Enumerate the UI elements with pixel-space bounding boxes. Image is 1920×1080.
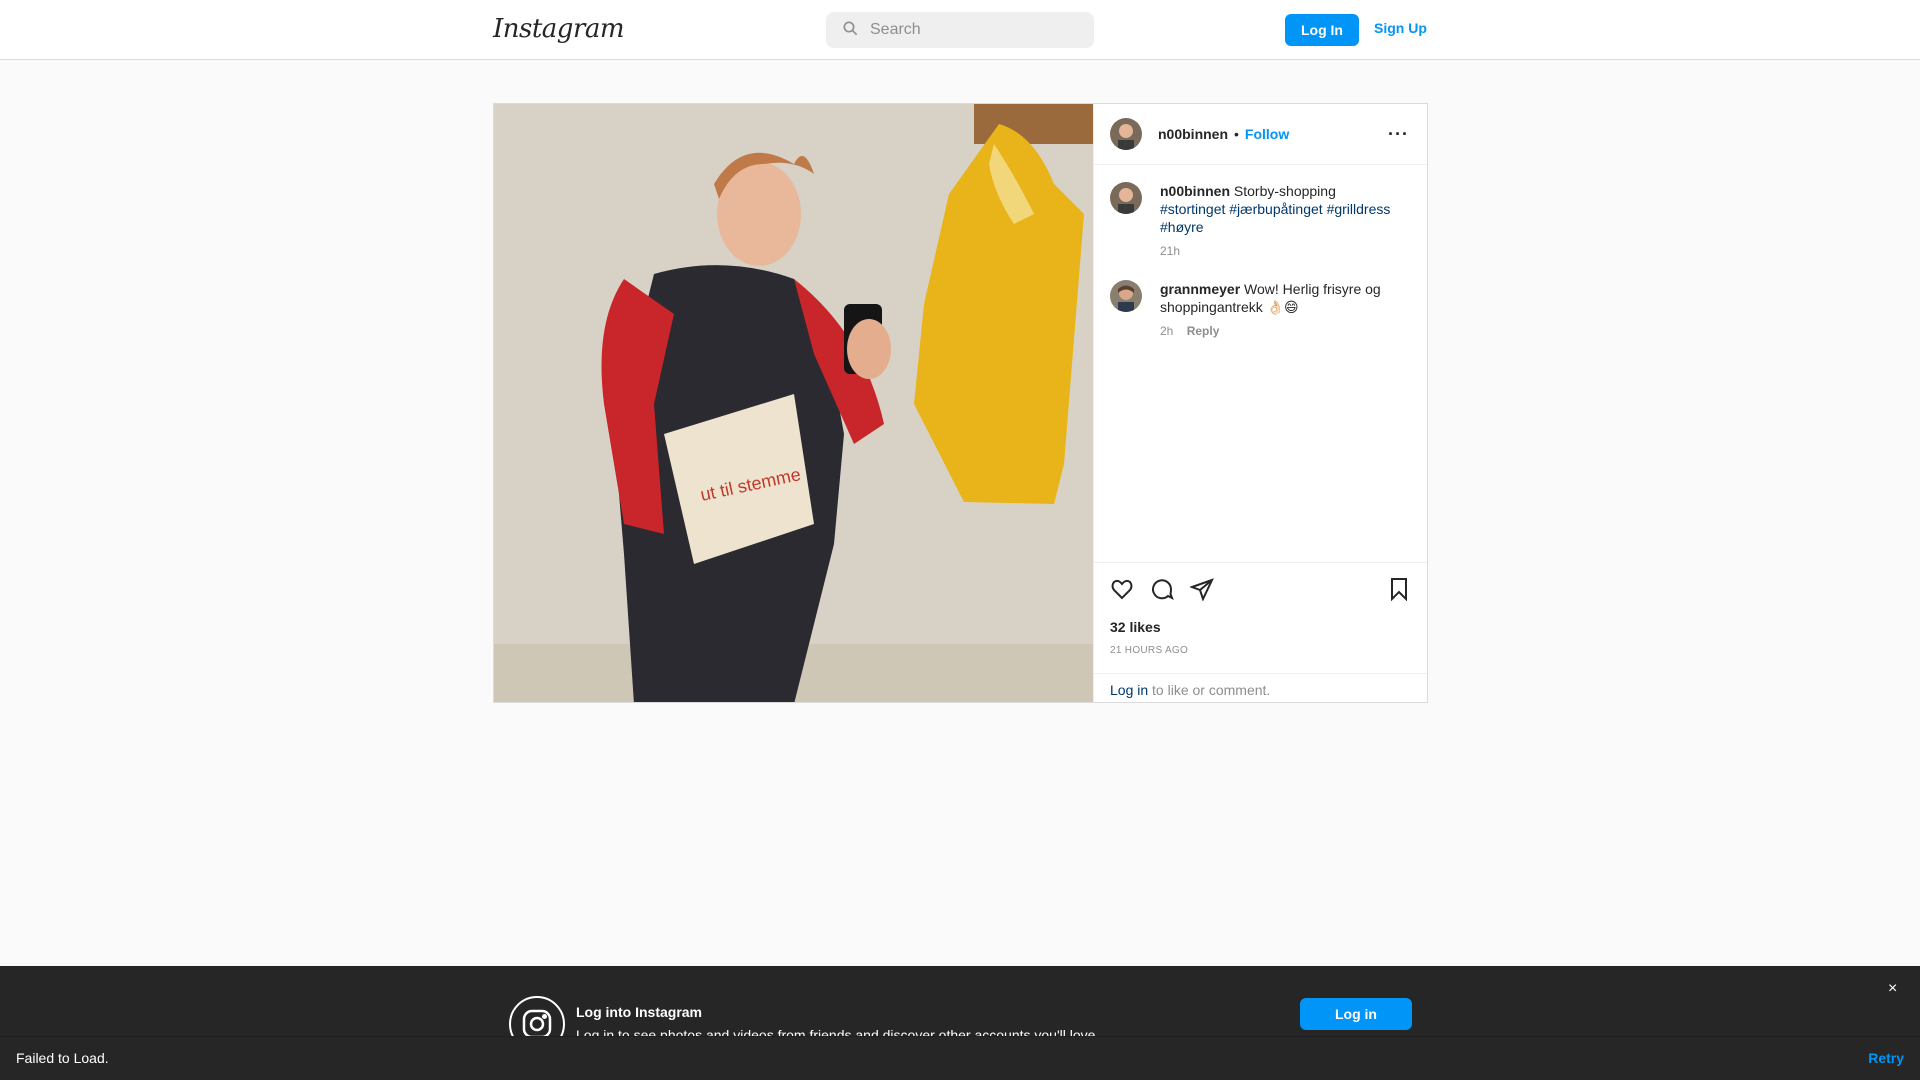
search-box[interactable] (826, 12, 1094, 48)
login-button[interactable]: Log In (1285, 14, 1359, 46)
error-toast: Failed to Load. Retry (0, 1036, 1920, 1080)
post-header: n00binnen • Follow ··· (1094, 104, 1427, 165)
avatar[interactable] (1110, 118, 1142, 150)
caption-text: Storby-shopping (1233, 183, 1336, 199)
banner-login-button[interactable]: Log in (1300, 998, 1412, 1030)
avatar[interactable] (1110, 280, 1142, 312)
separator-dot: • (1234, 126, 1239, 142)
hashtag-link[interactable]: #jærbupåtinget (1229, 201, 1322, 217)
post-actions: 32 likes 21 HOURS AGO Log in to like or … (1094, 562, 1427, 702)
close-icon[interactable]: × (1888, 980, 1897, 998)
post-sidebar: n00binnen • Follow ··· n00binnen Storby-… (1093, 104, 1427, 702)
heart-icon[interactable] (1110, 577, 1134, 606)
post-time[interactable]: 21 HOURS AGO (1110, 645, 1188, 656)
post-username[interactable]: n00binnen (1158, 126, 1228, 142)
post-card: ut til stemme n00binnen • Follow ··· n00… (493, 103, 1428, 703)
search-icon (842, 20, 858, 41)
comment-icon[interactable] (1150, 577, 1174, 606)
hashtag-link[interactable]: #grilldress (1327, 201, 1391, 217)
more-options-icon[interactable]: ··· (1388, 124, 1409, 145)
avatar[interactable] (1110, 182, 1142, 214)
top-nav: Instagram Log In Sign Up (0, 0, 1920, 60)
selfie-image: ut til stemme (494, 104, 1093, 702)
comment-time[interactable]: 2h (1160, 324, 1173, 338)
search-input[interactable] (870, 21, 1070, 39)
caption-time[interactable]: 21h (1160, 244, 1180, 258)
caption: n00binnen Storby-shopping #stortinget #j… (1110, 182, 1411, 260)
hashtag-link[interactable]: #stortinget (1160, 201, 1225, 217)
reply-button[interactable]: Reply (1187, 324, 1220, 338)
login-prompt: Log in to like or comment. (1094, 673, 1427, 703)
toast-message: Failed to Load. (16, 1050, 109, 1066)
instagram-logo[interactable]: Instagram (493, 14, 625, 44)
share-icon[interactable] (1189, 577, 1214, 606)
caption-username[interactable]: n00binnen (1160, 183, 1230, 199)
post-photo[interactable]: ut til stemme (494, 104, 1093, 702)
likes-count[interactable]: 32 likes (1110, 619, 1161, 635)
hashtag-link[interactable]: #høyre (1160, 219, 1204, 235)
comments-list: n00binnen Storby-shopping #stortinget #j… (1094, 166, 1427, 564)
retry-button[interactable]: Retry (1868, 1050, 1904, 1066)
comment-username[interactable]: grannmeyer (1160, 281, 1240, 297)
login-prompt-text: to like or comment. (1148, 682, 1271, 698)
signup-link[interactable]: Sign Up (1374, 20, 1427, 36)
comment-item: grannmeyer Wow! Herlig frisyre og shoppi… (1110, 280, 1411, 340)
follow-button[interactable]: Follow (1245, 126, 1289, 142)
banner-title: Log into Instagram (576, 1004, 702, 1020)
bookmark-icon[interactable] (1387, 577, 1411, 606)
login-link[interactable]: Log in (1110, 682, 1148, 698)
